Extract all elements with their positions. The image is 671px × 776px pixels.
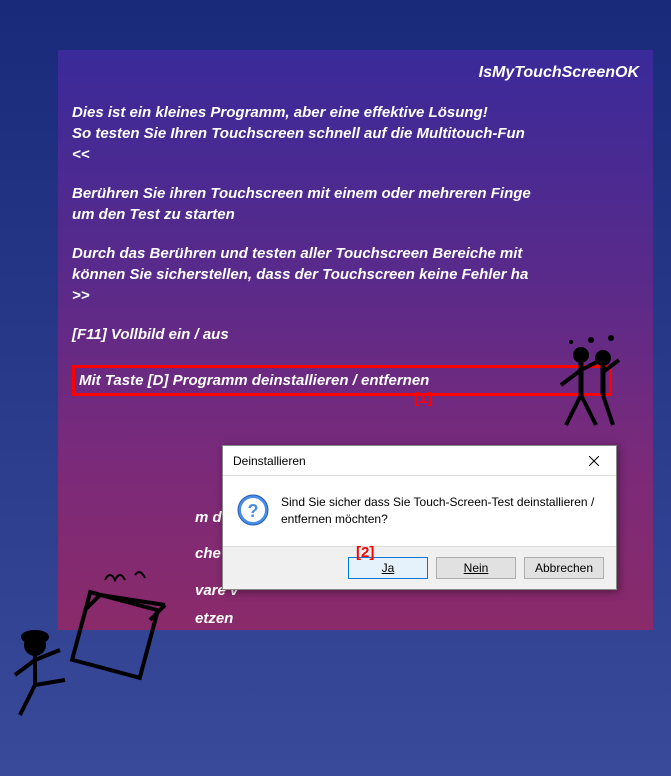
app-title: IsMyTouchScreenOK xyxy=(72,62,639,84)
touch-block: Berühren Sie ihren Touchscreen mit einem… xyxy=(72,183,639,225)
test-line2: können Sie sicherstellen, dass der Touch… xyxy=(72,264,639,285)
intro-line2: So testen Sie Ihren Touchscreen schnell … xyxy=(72,123,639,144)
dialog-body: ? Sind Sie sicher dass Sie Touch-Screen-… xyxy=(223,476,616,546)
uninstall-highlight: Mit Taste [D] Programm deinstallieren / … xyxy=(72,365,612,396)
test-block: Durch das Berühren und testen aller Touc… xyxy=(72,243,639,306)
question-icon: ? xyxy=(237,494,269,526)
cancel-button[interactable]: Abbrechen xyxy=(524,557,604,579)
close-icon xyxy=(589,456,599,466)
annotation-2: [2] xyxy=(356,544,374,561)
test-line1: Durch das Berühren und testen aller Touc… xyxy=(72,243,639,264)
dialog-titlebar: Deinstallieren xyxy=(223,446,616,476)
annotation-1: [1] xyxy=(414,390,432,407)
no-button[interactable]: Nein xyxy=(436,557,516,579)
touch-line1: Berühren Sie ihren Touchscreen mit einem… xyxy=(72,183,639,204)
touch-line2: um den Test zu starten xyxy=(72,204,639,225)
arrow-right: >> xyxy=(72,285,639,306)
arrow-left: << xyxy=(72,144,639,165)
svg-text:?: ? xyxy=(248,501,259,521)
intro-line1: Dies ist ein kleines Programm, aber eine… xyxy=(72,102,639,123)
dialog-title: Deinstallieren xyxy=(233,454,306,468)
intro-block: Dies ist ein kleines Programm, aber eine… xyxy=(72,102,639,165)
decorative-figure-left xyxy=(5,560,185,730)
cancel-label: Abbrechen xyxy=(535,561,593,575)
uninstall-hint: Mit Taste [D] Programm deinstallieren / … xyxy=(79,370,605,391)
dialog-message: Sind Sie sicher dass Sie Touch-Screen-Te… xyxy=(281,494,602,528)
no-label: Nein xyxy=(464,561,489,575)
uninstall-dialog: Deinstallieren ? Sind Sie sicher dass Si… xyxy=(222,445,617,590)
dialog-footer: Ja Nein Abbrechen xyxy=(223,546,616,589)
partial-line4: etzen xyxy=(195,605,238,634)
yes-label: Ja xyxy=(382,561,395,575)
decorative-figure-right xyxy=(541,330,631,450)
